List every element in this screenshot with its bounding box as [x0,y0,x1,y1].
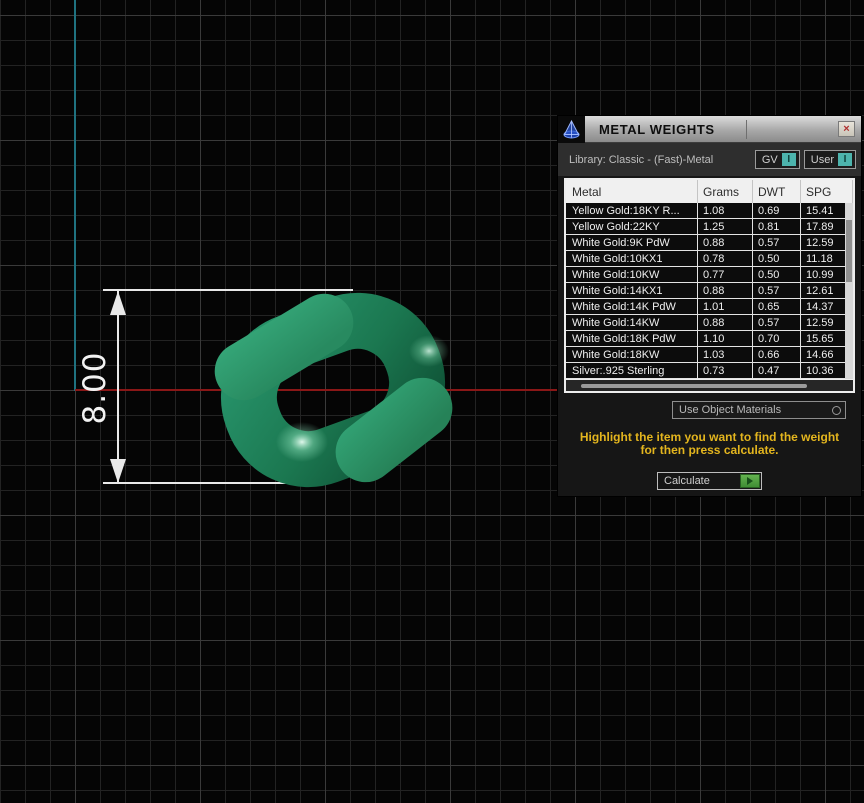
cell-metal: White Gold:14KX1 [566,283,698,298]
cell-metal: White Gold:18KW [566,347,698,362]
use-object-materials-button[interactable]: Use Object Materials [672,401,846,419]
table-row[interactable]: White Gold:10KX1 0.78 0.50 11.18 [566,251,853,267]
cell-grams: 1.08 [698,203,753,218]
table-row[interactable]: White Gold:14K PdW 1.01 0.65 14.37 [566,299,853,315]
y-axis-line [74,0,76,391]
calculate-button[interactable]: Calculate [657,472,762,490]
cell-grams: 0.88 [698,235,753,250]
metal-weights-dialog: METAL WEIGHTS × Library: Classic - (Fast… [557,115,862,497]
column-header-metal[interactable]: Metal [566,180,698,203]
cell-dwt: 0.81 [753,219,801,234]
table-row[interactable]: White Gold:14KW 0.88 0.57 12.59 [566,315,853,331]
cell-dwt: 0.65 [753,299,801,314]
table-body: Yellow Gold:18KY R... 1.08 0.69 15.41 Ye… [566,203,853,379]
horizontal-scrollbar-thumb[interactable] [581,384,807,388]
cell-dwt: 0.57 [753,235,801,250]
cell-dwt: 0.50 [753,267,801,282]
library-row: Library: Classic - (Fast)-Metal GV I Use… [558,143,861,176]
viewport-canvas[interactable]: 8.00 METAL WEIGHTS × Library: Classic - … [0,0,864,803]
dimension-arrow-up-icon [110,291,126,315]
cell-dwt: 0.69 [753,203,801,218]
ring-flat-face-top [214,293,354,401]
table-row[interactable]: White Gold:18K PdW 1.10 0.70 15.65 [566,331,853,347]
cell-grams: 0.77 [698,267,753,282]
cell-metal: Silver:.925 Sterling [566,363,698,378]
gv-toggle-indicator[interactable]: I [781,153,796,166]
cell-metal: White Gold:10KX1 [566,251,698,266]
instruction-text: Highlight the item you want to find the … [558,431,861,457]
dimension-value: 8.00 [77,351,113,425]
titlebar-divider [746,120,747,139]
gv-toggle-button[interactable]: GV I [754,150,800,169]
cell-grams: 0.88 [698,283,753,298]
ring-highlight [276,422,328,462]
close-icon[interactable]: × [838,121,855,137]
table-row[interactable]: White Gold:10KW 0.77 0.50 10.99 [566,267,853,283]
radio-circle-icon [832,405,841,415]
cell-metal: White Gold:14KW [566,315,698,330]
table-row[interactable]: Yellow Gold:22KY 1.25 0.81 17.89 [566,219,853,235]
column-header-grams[interactable]: Grams [698,180,753,203]
metal-weights-table: Metal Grams DWT SPG Yellow Gold:18KY R..… [564,178,855,393]
table-row[interactable]: White Gold:9K PdW 0.88 0.57 12.59 [566,235,853,251]
cell-grams: 1.03 [698,347,753,362]
dialog-titlebar[interactable]: METAL WEIGHTS × [558,115,861,143]
user-toggle-button[interactable]: User I [803,150,856,169]
dimension-arrow-down-icon [110,459,126,483]
table-row[interactable]: White Gold:18KW 1.03 0.66 14.66 [566,347,853,363]
cell-grams: 0.73 [698,363,753,378]
metal-weights-icon [558,115,585,143]
dimension-line [117,290,119,484]
library-label: Library: Classic - (Fast)-Metal [569,153,714,166]
cell-metal: White Gold:18K PdW [566,331,698,346]
vertical-scrollbar-thumb[interactable] [846,220,852,282]
cell-metal: White Gold:10KW [566,267,698,282]
ring-highlight [409,335,449,367]
table-row[interactable]: Silver:.925 Sterling 0.73 0.47 10.36 [566,363,853,379]
gv-toggle-label: GV [761,153,778,166]
cell-metal: White Gold:9K PdW [566,235,698,250]
cell-dwt: 0.57 [753,315,801,330]
cell-metal: Yellow Gold:22KY [566,219,698,234]
user-toggle-label: User [810,153,834,166]
cell-metal: White Gold:14K PdW [566,299,698,314]
table-row[interactable]: White Gold:14KX1 0.88 0.57 12.61 [566,283,853,299]
cell-dwt: 0.70 [753,331,801,346]
cell-grams: 1.01 [698,299,753,314]
play-icon [740,474,760,488]
cell-dwt: 0.66 [753,347,801,362]
cell-dwt: 0.50 [753,251,801,266]
cell-dwt: 0.47 [753,363,801,378]
cell-grams: 1.10 [698,331,753,346]
user-toggle-indicator[interactable]: I [838,153,852,166]
ring-model[interactable] [195,275,470,500]
table-row[interactable]: Yellow Gold:18KY R... 1.08 0.69 15.41 [566,203,853,219]
cell-grams: 0.88 [698,315,753,330]
table-header-row: Metal Grams DWT SPG [566,180,853,203]
cell-grams: 0.78 [698,251,753,266]
dialog-title: METAL WEIGHTS [599,121,715,137]
use-object-materials-label: Use Object Materials [679,404,782,416]
table-vertical-scrollbar[interactable] [845,203,853,381]
calculate-button-label: Calculate [664,475,710,487]
column-header-spg[interactable]: SPG [801,180,853,203]
column-header-dwt[interactable]: DWT [753,180,801,203]
cell-metal: Yellow Gold:18KY R... [566,203,698,218]
cell-grams: 1.25 [698,219,753,234]
instruction-line-2: for then press calculate. [640,443,779,457]
cell-dwt: 0.57 [753,283,801,298]
table-horizontal-scrollbar[interactable] [566,379,853,391]
